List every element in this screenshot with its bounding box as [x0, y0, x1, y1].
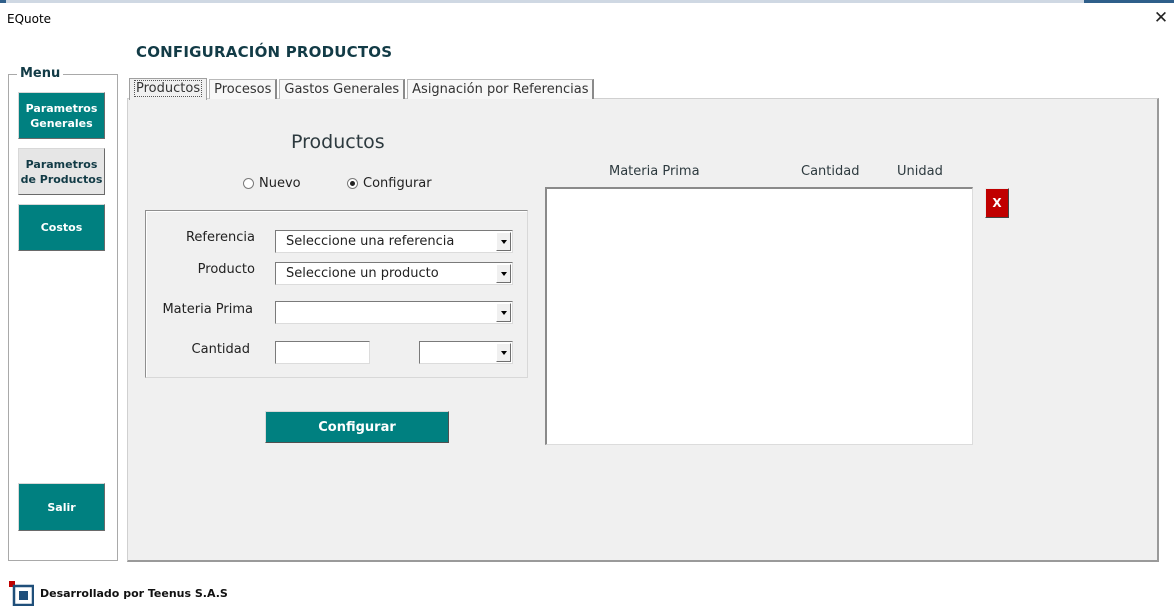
materia-prima-label: Materia Prima [162, 302, 253, 317]
teenus-logo-icon [9, 581, 34, 606]
producto-label: Producto [197, 262, 255, 277]
materials-listbox[interactable] [545, 187, 973, 445]
column-header-unidad: Unidad [897, 164, 943, 179]
radio-nuevo[interactable]: Nuevo [243, 176, 301, 191]
tab-productos-label: Productos [134, 80, 203, 97]
column-header-cantidad: Cantidad [801, 164, 860, 179]
section-title: Productos [291, 131, 385, 153]
page-title: CONFIGURACIÓN PRODUCTOS [136, 43, 393, 61]
radio-nuevo-dot[interactable] [243, 178, 254, 189]
menu-legend: Menu [17, 66, 64, 81]
parametros-productos-button[interactable]: Parametros de Productos [18, 148, 105, 195]
referencia-value: Seleccione una referencia [286, 234, 455, 249]
chevron-down-icon[interactable] [496, 343, 511, 362]
column-header-materia-prima: Materia Prima [609, 164, 700, 179]
costos-button[interactable]: Costos [18, 204, 105, 251]
tab-gastos-generales[interactable]: Gastos Generales [279, 79, 406, 99]
producto-value: Seleccione un producto [286, 266, 439, 281]
parametros-generales-button[interactable]: Parametros Generales [18, 92, 105, 139]
cantidad-input[interactable] [275, 341, 370, 364]
tab-asignacion-referencias[interactable]: Asignación por Referencias [407, 79, 595, 99]
close-icon[interactable]: ✕ [1152, 8, 1170, 28]
radio-configurar-label: Configurar [363, 176, 432, 191]
materia-prima-select[interactable] [275, 301, 513, 324]
referencia-label: Referencia [185, 230, 255, 245]
configurar-button[interactable]: Configurar [265, 411, 449, 443]
salir-button[interactable]: Salir [18, 483, 105, 531]
tab-productos[interactable]: Productos [129, 78, 208, 100]
unidad-select[interactable] [419, 341, 513, 364]
window-top-highlight [6, 0, 1084, 3]
delete-button[interactable]: X [985, 188, 1009, 218]
producto-select[interactable]: Seleccione un producto [275, 262, 513, 285]
chevron-down-icon[interactable] [496, 232, 511, 251]
cantidad-label: Cantidad [191, 342, 250, 357]
radio-configurar-dot[interactable] [347, 178, 358, 189]
radio-nuevo-label: Nuevo [259, 176, 301, 191]
referencia-select[interactable]: Seleccione una referencia [275, 230, 513, 253]
radio-configurar[interactable]: Configurar [347, 176, 432, 191]
chevron-down-icon[interactable] [496, 264, 511, 283]
tab-strip: Productos Procesos Gastos Generales Asig… [129, 76, 596, 100]
tab-procesos[interactable]: Procesos [209, 79, 278, 99]
chevron-down-icon[interactable] [496, 303, 511, 322]
equote-window: EQuote ✕ CONFIGURACIÓN PRODUCTOS Menu Pa… [0, 0, 1174, 613]
window-title: EQuote [7, 12, 52, 26]
footer-credit: Desarrollado por Teenus S.A.S [40, 587, 228, 600]
